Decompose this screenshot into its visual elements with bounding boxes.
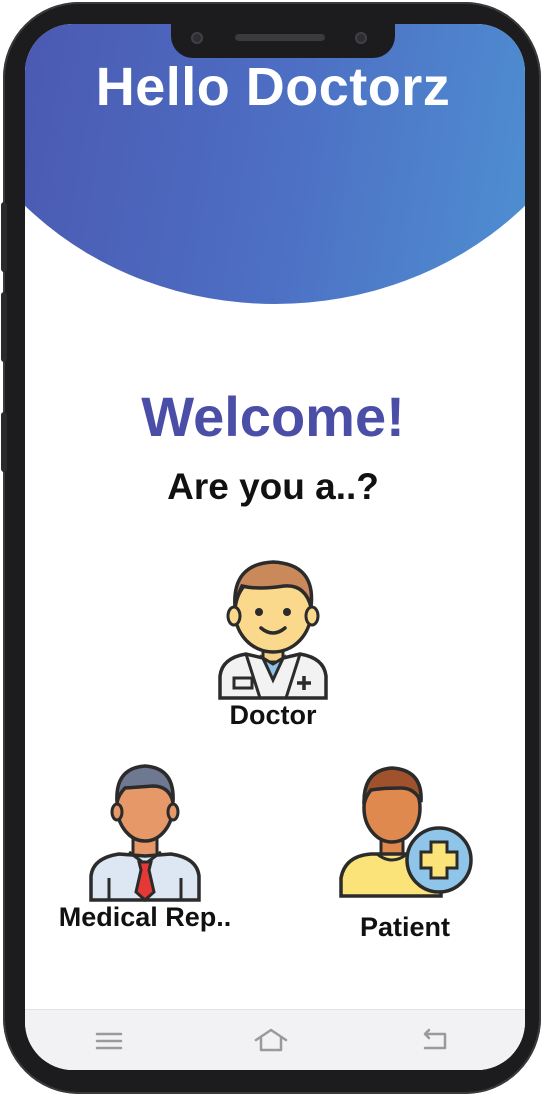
- sensor-icon: [191, 32, 203, 44]
- silent-switch: [1, 412, 7, 472]
- role-question: Are you a..?: [167, 466, 379, 507]
- role-patient-label: Patient: [359, 912, 451, 942]
- home-icon: [254, 1028, 288, 1052]
- back-icon: [423, 1028, 447, 1050]
- medical-rep-icon: [89, 764, 201, 902]
- app-screen: Hello Doctorz Welcome! Are you a..? Doct…: [25, 24, 525, 1070]
- role-medical-rep-button[interactable]: Medical Rep..: [45, 752, 245, 933]
- app-title: Hello Doctorz: [95, 57, 451, 117]
- volume-up-button: [1, 202, 7, 272]
- role-medical-rep-label: Medical Rep..: [58, 902, 232, 932]
- menu-icon: [95, 1032, 123, 1050]
- front-camera-icon: [355, 32, 367, 44]
- role-patient-button[interactable]: Patient: [325, 758, 485, 943]
- nav-home-button[interactable]: [251, 1026, 291, 1056]
- volume-down-button: [1, 292, 7, 362]
- system-nav-bar: [25, 1009, 525, 1070]
- nav-menu-button[interactable]: [89, 1026, 129, 1056]
- welcome-heading: Welcome!: [141, 385, 405, 448]
- role-doctor-label: Doctor: [229, 700, 317, 730]
- speaker-grille: [235, 34, 325, 41]
- patient-icon: [339, 766, 473, 898]
- phone-frame: Hello Doctorz Welcome! Are you a..? Doct…: [1, 2, 541, 1094]
- camera-notch: [171, 24, 395, 58]
- doctor-icon: [218, 560, 328, 700]
- nav-back-button[interactable]: [415, 1026, 455, 1056]
- role-doctor-button[interactable]: Doctor: [193, 552, 353, 731]
